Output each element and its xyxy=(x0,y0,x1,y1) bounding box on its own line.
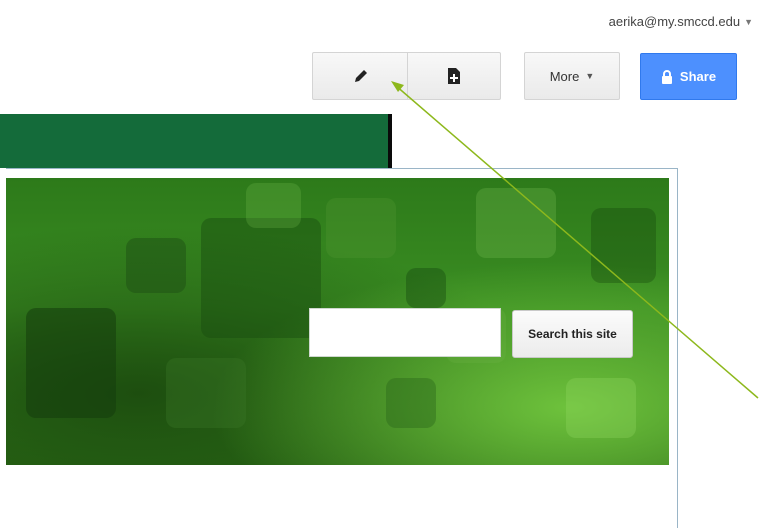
banner-decoration xyxy=(166,358,246,428)
search-site-button[interactable]: Search this site xyxy=(512,310,633,358)
chevron-down-icon[interactable]: ▼ xyxy=(744,17,753,27)
lock-icon xyxy=(661,69,672,84)
banner-decoration xyxy=(326,198,396,258)
banner-decoration xyxy=(406,268,446,308)
banner-decoration xyxy=(476,188,556,258)
account-email[interactable]: aerika@my.smccd.edu xyxy=(609,14,740,29)
chevron-down-icon: ▼ xyxy=(585,71,595,81)
banner-decoration xyxy=(26,308,116,418)
banner-decoration xyxy=(386,378,436,428)
banner-decoration xyxy=(566,378,636,438)
new-page-icon xyxy=(448,68,460,84)
site-header-strip xyxy=(0,114,392,168)
banner-decoration xyxy=(246,183,301,228)
pencil-icon xyxy=(354,70,367,82)
more-menu-button[interactable]: More ▼ xyxy=(524,52,620,100)
banner-decoration xyxy=(126,238,186,293)
share-label: Share xyxy=(679,69,717,84)
search-input[interactable] xyxy=(309,308,501,357)
new-page-button[interactable] xyxy=(407,52,501,100)
share-button[interactable]: Share xyxy=(640,53,737,100)
banner-decoration xyxy=(591,208,656,283)
banner-decoration xyxy=(201,218,321,338)
more-label: More xyxy=(549,68,580,84)
account-menu[interactable]: aerika@my.smccd.edu ▼ xyxy=(609,14,753,29)
edit-page-button[interactable] xyxy=(312,52,408,100)
